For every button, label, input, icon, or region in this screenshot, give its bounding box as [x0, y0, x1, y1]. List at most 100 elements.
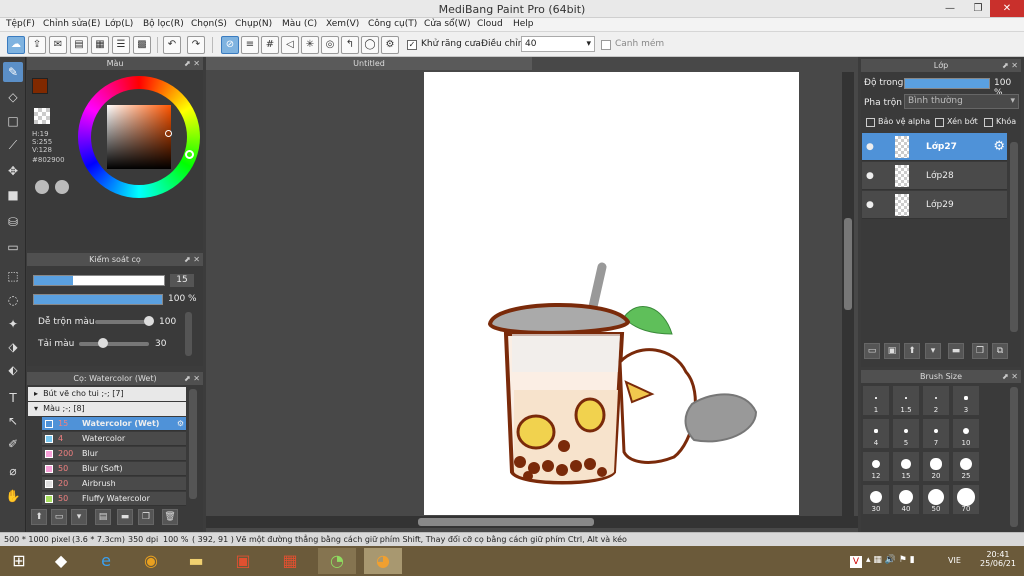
layer-up-icon[interactable]: ⬆: [904, 343, 920, 359]
layer-folder-icon[interactable]: ▬: [948, 343, 964, 359]
blend-slider-knob[interactable]: [144, 316, 154, 326]
brush-size-cell[interactable]: 70: [952, 484, 980, 515]
snap-cross-icon[interactable]: #: [261, 36, 279, 54]
brush-size-scrollbar[interactable]: [1010, 387, 1018, 527]
select-icon[interactable]: ⬚: [3, 266, 23, 286]
menu-select[interactable]: Chọn(S): [191, 19, 227, 29]
sv-cursor[interactable]: [165, 130, 172, 137]
snap-radial-icon[interactable]: ✳: [301, 36, 319, 54]
ie-icon[interactable]: e: [87, 548, 125, 574]
close-icon[interactable]: ⬈ ✕: [184, 253, 200, 266]
canvas-vscroll[interactable]: [842, 72, 854, 516]
brush-size-cell[interactable]: 1.5: [892, 385, 920, 416]
brush-item[interactable]: 20 Airbrush: [42, 477, 186, 491]
grid-icon[interactable]: ▩: [133, 36, 151, 54]
settings-icon[interactable]: ⚙: [381, 36, 399, 54]
divide-icon[interactable]: ✐: [3, 434, 23, 454]
menu-filter[interactable]: Bộ lọc(R): [143, 19, 184, 29]
eyedropper-icon[interactable]: ⌀: [3, 461, 23, 481]
share-icon[interactable]: ⇪: [28, 36, 46, 54]
close-button[interactable]: ✕: [990, 0, 1024, 17]
menu-color[interactable]: Màu (C): [282, 19, 317, 29]
minimize-button[interactable]: —: [936, 0, 964, 17]
eye-icon[interactable]: ●: [866, 162, 874, 190]
adjust-dropdown[interactable]: 40 ▾: [521, 36, 595, 52]
canvas-hscroll[interactable]: [206, 516, 858, 528]
eraser-icon[interactable]: ◇: [3, 87, 23, 107]
magic-wand-icon[interactable]: ✦: [3, 314, 23, 334]
brush-item[interactable]: 200 Blur: [42, 447, 186, 461]
size-slider[interactable]: [33, 275, 165, 286]
eye-icon[interactable]: ●: [866, 191, 874, 219]
clip-checkbox[interactable]: [935, 118, 944, 127]
select-eraser-icon[interactable]: ⬖: [3, 360, 23, 380]
primary-color-swatch[interactable]: [32, 78, 48, 94]
clock[interactable]: 20:41 25/06/21: [980, 550, 1016, 568]
close-icon[interactable]: ⬈ ✕: [1002, 370, 1018, 383]
brush-size-cell[interactable]: 50: [922, 484, 950, 515]
gradient-icon[interactable]: ▭: [3, 237, 23, 257]
brush-size-cell[interactable]: 10: [952, 418, 980, 449]
transparent-swatch[interactable]: [34, 108, 50, 124]
rectangle-icon[interactable]: □: [3, 111, 23, 131]
bucket-icon[interactable]: ⛁: [3, 212, 23, 232]
layer-opacity-slider[interactable]: [904, 78, 990, 89]
page-icon[interactable]: ▦: [91, 36, 109, 54]
layer-blend-dropdown[interactable]: Bình thường ▾: [904, 94, 1019, 109]
brush-size-cell[interactable]: 4: [862, 418, 890, 449]
add-brush-icon[interactable]: ⬆: [31, 509, 47, 525]
brush-control-scrollbar[interactable]: [185, 312, 192, 356]
snap-curve-icon[interactable]: ↰: [341, 36, 359, 54]
brush-group-1[interactable]: ▸ Bút vẽ cho tui ;-; [7]: [28, 387, 186, 401]
reload-slider-knob[interactable]: [98, 338, 108, 348]
close-icon[interactable]: ⬈ ✕: [184, 57, 200, 70]
snap-vanish-icon[interactable]: ◁: [281, 36, 299, 54]
brush-menu-icon[interactable]: ▾: [71, 509, 87, 525]
canvas-tab[interactable]: Untitled: [206, 57, 532, 70]
bubble-icon[interactable]: ▤: [70, 36, 88, 54]
tray-icons[interactable]: ▴ ▦ 🔊 ⚑ ▮: [866, 555, 915, 565]
brush-size-cell[interactable]: 1: [862, 385, 890, 416]
brush-list-scrollbar[interactable]: [189, 389, 197, 499]
layer-row[interactable]: ● Lớp29: [862, 191, 1007, 219]
new-layer2-icon[interactable]: ▣: [884, 343, 900, 359]
new-layer-icon[interactable]: ▭: [864, 343, 880, 359]
app2-icon[interactable]: ◔: [318, 548, 356, 574]
close-icon[interactable]: ⬈ ✕: [184, 372, 200, 385]
brush-size-cell[interactable]: 40: [892, 484, 920, 515]
close-icon[interactable]: ⬈ ✕: [1002, 59, 1018, 72]
layer-scrollbar[interactable]: [1010, 142, 1018, 332]
hand-icon[interactable]: ✋: [3, 486, 23, 506]
ruler-checkbox[interactable]: [601, 40, 611, 50]
brush-item[interactable]: 50 Fluffy Watercolor: [42, 492, 186, 506]
opacity-slider[interactable]: [33, 294, 163, 305]
new-brush-icon[interactable]: ▭: [51, 509, 67, 525]
brush-size-cell[interactable]: 15: [892, 451, 920, 482]
canvas-hscroll-thumb[interactable]: [418, 518, 594, 526]
menu-window[interactable]: Cửa sổ(W): [424, 19, 470, 29]
sv-square[interactable]: [107, 105, 171, 169]
menu-file[interactable]: Tệp(F): [6, 19, 35, 29]
palette2-icon[interactable]: [55, 180, 69, 194]
undo-icon[interactable]: ↶: [163, 36, 181, 54]
cloud-icon[interactable]: ☁: [7, 36, 25, 54]
medibang-icon[interactable]: ◕: [364, 548, 402, 574]
brush-size-cell[interactable]: 3: [952, 385, 980, 416]
brush-item[interactable]: 50 Blur (Soft): [42, 462, 186, 476]
office-icon[interactable]: ▣: [224, 548, 262, 574]
text-icon[interactable]: T: [3, 388, 23, 408]
brush-size-cell[interactable]: 25: [952, 451, 980, 482]
brush-icon[interactable]: ✎: [3, 62, 23, 82]
canvas-paper[interactable]: [424, 72, 799, 515]
app-icon[interactable]: ▦: [271, 548, 309, 574]
explorer-icon[interactable]: ▬: [177, 548, 215, 574]
palette-icon[interactable]: [35, 180, 49, 194]
reload-slider[interactable]: [79, 342, 149, 346]
layer-merge-icon[interactable]: ⧉: [992, 343, 1008, 359]
trash-icon[interactable]: 🗑: [162, 509, 178, 525]
antivirus-icon[interactable]: V: [850, 556, 862, 568]
windows-start-icon[interactable]: ⊞: [0, 548, 38, 574]
snap-ellipse-icon[interactable]: ◯: [361, 36, 379, 54]
brush-size-cell[interactable]: 12: [862, 451, 890, 482]
brush-item[interactable]: 4 Watercolor: [42, 432, 186, 446]
